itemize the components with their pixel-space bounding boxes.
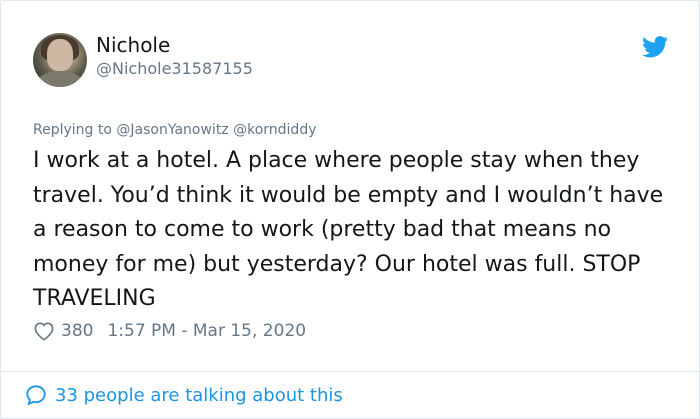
conversation-label: 33 people are talking about this — [55, 384, 343, 406]
author-handle[interactable]: @Nichole31587155 — [96, 59, 253, 78]
reply-context: Replying to @JasonYanowitz @korndiddy — [33, 122, 317, 138]
divider — [1, 371, 699, 372]
twitter-bird-icon[interactable] — [642, 36, 668, 58]
heart-icon[interactable] — [33, 321, 55, 341]
like-count[interactable]: 380 — [61, 321, 93, 341]
avatar[interactable] — [33, 33, 87, 87]
speech-bubble-icon — [26, 385, 46, 406]
reply-prefix: Replying to — [33, 122, 117, 138]
tweet-card: Nichole @Nichole31587155 Replying to @Ja… — [0, 0, 700, 419]
tweet-text: I work at a hotel. A place where people … — [33, 148, 664, 311]
reply-mentions[interactable]: @JasonYanowitz @korndiddy — [116, 122, 316, 138]
conversation-link[interactable]: 33 people are talking about this — [25, 382, 343, 408]
tweet-meta: 380 1:57 PM - Mar 15, 2020 — [33, 319, 306, 343]
avatar-shoulders — [35, 71, 85, 87]
tweet-timestamp[interactable]: 1:57 PM - Mar 15, 2020 — [107, 321, 306, 341]
author-name[interactable]: Nichole — [96, 33, 170, 57]
avatar-face — [47, 39, 73, 71]
